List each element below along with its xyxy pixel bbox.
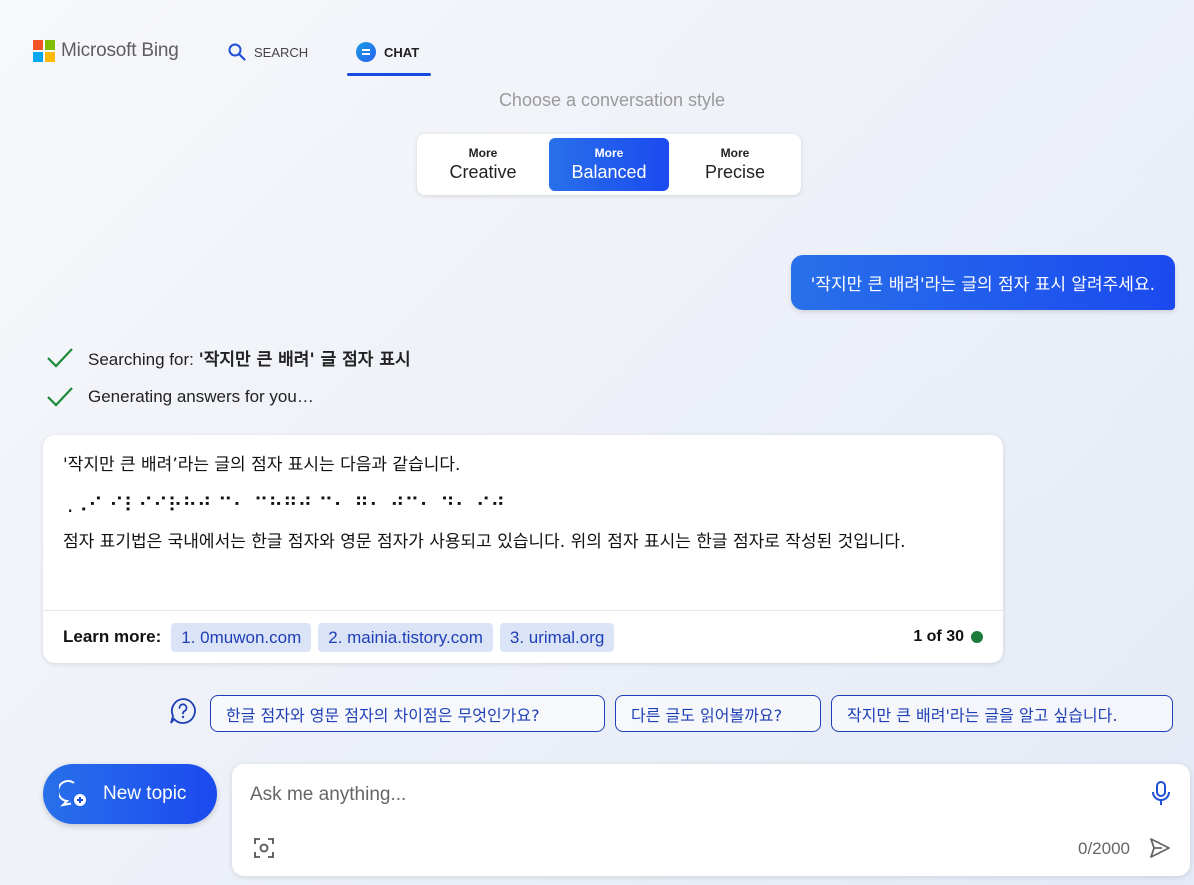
status-dot-icon bbox=[971, 631, 983, 643]
composer: 0/2000 bbox=[232, 764, 1190, 876]
response-count: 1 of 30 bbox=[913, 628, 983, 646]
answer-card: '작지만 큰 배려’라는 글의 점자 표시는 다음과 같습니다. .⠠⠊ ⠊⠇⠊… bbox=[43, 435, 1003, 663]
status-generating-text: Generating answers for you… bbox=[88, 387, 314, 406]
checkmark-icon bbox=[47, 347, 73, 368]
checkmark-icon bbox=[47, 387, 73, 407]
tab-search[interactable]: SEARCH bbox=[228, 40, 308, 64]
suggestion-chip-1[interactable]: 한글 점자와 영문 점자의 차이점은 무엇인가요? bbox=[210, 695, 605, 732]
header: Microsoft Bing SEARCH CHAT bbox=[0, 0, 1194, 80]
tab-chat[interactable]: CHAT bbox=[356, 40, 419, 64]
ask-input[interactable] bbox=[250, 780, 1130, 810]
style-creative-button[interactable]: More Creative bbox=[421, 138, 545, 191]
tab-chat-label: CHAT bbox=[384, 44, 420, 60]
style-precise-button[interactable]: More Precise bbox=[673, 138, 797, 191]
conversation-style-selector: More Creative More Balanced More Precise bbox=[417, 134, 801, 195]
status-searching: Searching for: '작지만 큰 배려' 글 점자 표시 bbox=[46, 345, 411, 370]
status-searching-query: '작지만 큰 배려' 글 점자 표시 bbox=[198, 350, 411, 370]
active-tab-indicator bbox=[347, 73, 431, 76]
answer-body-text: 점자 표기법은 국내에서는 한글 점자와 영문 점자가 사용되고 있습니다. 위… bbox=[63, 532, 906, 552]
style-creative-prefix: More bbox=[468, 146, 498, 160]
user-message: '작지만 큰 배려'라는 글의 점자 표시 알려주세요. bbox=[790, 255, 1175, 310]
style-balanced-button[interactable]: More Balanced bbox=[548, 138, 669, 191]
learn-more-label: Learn more: bbox=[63, 627, 162, 646]
send-icon[interactable] bbox=[1148, 836, 1172, 860]
status-searching-text: Searching for: '작지만 큰 배려' 글 점자 표시 bbox=[88, 345, 411, 370]
learn-more-bar: Learn more: 1. 0muwon.com 2. mainia.tist… bbox=[43, 610, 1003, 663]
new-topic-label: New topic bbox=[103, 783, 187, 804]
status-generating: Generating answers for you… bbox=[46, 385, 314, 409]
new-topic-button[interactable]: New topic bbox=[43, 764, 217, 824]
answer-intro: '작지만 큰 배려’라는 글의 점자 표시는 다음과 같습니다. bbox=[63, 455, 461, 475]
style-precise-label: Precise bbox=[704, 162, 765, 182]
style-precise-prefix: More bbox=[720, 146, 750, 160]
logo-text: Microsoft Bing bbox=[61, 40, 179, 61]
question-help-icon[interactable] bbox=[169, 697, 197, 725]
search-icon bbox=[228, 43, 246, 61]
response-count-text: 1 of 30 bbox=[913, 628, 964, 645]
char-counter: 0/2000 bbox=[1078, 839, 1130, 858]
microphone-icon[interactable] bbox=[1150, 780, 1172, 808]
visual-search-icon[interactable] bbox=[252, 836, 276, 860]
tab-search-label: SEARCH bbox=[254, 44, 309, 60]
answer-braille: .⠠⠊ ⠊⠇⠊⠊⠗⠓⠚ ⠉⠂ ⠉⠓⠛⠚ ⠉⠂ ⠛⠂ ⠚⠉⠂ ⠙⠂ ⠊⠚ bbox=[67, 493, 506, 517]
chat-icon bbox=[356, 42, 376, 62]
citation-link-2[interactable]: 2. mainia.tistory.com bbox=[318, 622, 493, 652]
status-searching-prefix: Searching for: bbox=[88, 350, 199, 369]
citation-link-3[interactable]: 3. urimal.org bbox=[499, 622, 615, 652]
conversation-style-title: Choose a conversation style bbox=[498, 90, 726, 110]
style-balanced-prefix: More bbox=[594, 146, 624, 160]
citation-link-1[interactable]: 1. 0muwon.com bbox=[171, 622, 312, 652]
suggestion-chip-2[interactable]: 다른 글도 읽어볼까요? bbox=[615, 695, 821, 732]
style-balanced-label: Balanced bbox=[571, 162, 647, 182]
new-topic-icon bbox=[59, 780, 86, 807]
microsoft-logo-icon bbox=[33, 40, 55, 62]
style-creative-label: Creative bbox=[449, 162, 517, 182]
suggestion-chip-3[interactable]: 작지만 큰 배려'라는 글을 알고 싶습니다. bbox=[831, 695, 1173, 732]
bing-logo[interactable]: Microsoft Bing bbox=[33, 40, 179, 62]
